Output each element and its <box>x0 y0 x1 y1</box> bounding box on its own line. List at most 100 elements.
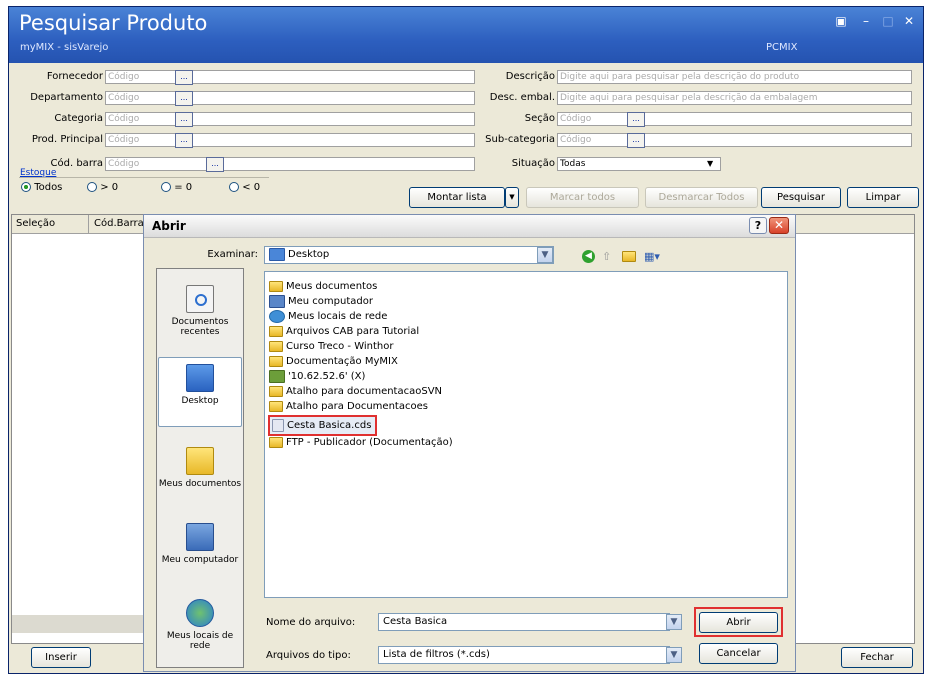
pesquisar-button[interactable]: Pesquisar <box>761 187 841 208</box>
descricao-field[interactable]: Digite aqui para pesquisar pela descriçã… <box>557 70 912 84</box>
descricao-label: Descrição <box>505 71 555 82</box>
sub-categoria-label: Sub-categoria <box>485 134 555 145</box>
fechar-button[interactable]: Fechar <box>841 647 913 668</box>
close-icon[interactable]: ✕ <box>769 217 789 234</box>
situacao-select[interactable]: Todas <box>557 157 721 171</box>
filename-input[interactable]: Cesta Basica <box>378 613 670 631</box>
estoque-option-todos[interactable]: Todos <box>21 182 62 193</box>
filetype-select[interactable]: Lista de filtros (*.cds) <box>378 646 670 664</box>
examinar-label: Examinar: <box>207 249 258 260</box>
desc-embal-field[interactable]: Digite aqui para pesquisar pela descriçã… <box>557 91 912 105</box>
views-menu-icon[interactable]: ▦▾ <box>644 250 664 263</box>
cancel-button[interactable]: Cancelar <box>699 643 778 664</box>
place-recent-documents[interactable]: Documentos recentes <box>158 285 242 337</box>
file-item-ftp-publicador[interactable]: FTP - Publicador (Documentação) <box>269 435 453 450</box>
network-drive-icon <box>269 369 285 383</box>
place-desktop[interactable]: Desktop <box>158 357 242 427</box>
chevron-down-icon[interactable]: ▼ <box>537 247 553 263</box>
fornecedor-field[interactable]: Código <box>105 70 475 84</box>
estoque-divider <box>19 177 269 178</box>
cds-file-icon <box>272 418 284 432</box>
estoque-option-maior[interactable]: > 0 <box>87 182 118 193</box>
restore-icon[interactable]: ▣ <box>832 13 850 29</box>
grid-col-cod-barra[interactable]: Cód.Barra <box>94 218 144 229</box>
prod-principal-lookup-button[interactable]: ... <box>175 133 193 148</box>
cod-barra-field[interactable]: Código <box>105 157 475 171</box>
dialog-title: Abrir <box>152 219 186 233</box>
places-bar: Documentos recentes Desktop Meus documen… <box>156 268 244 668</box>
departamento-label: Departamento <box>30 92 103 103</box>
place-my-documents[interactable]: Meus documentos <box>158 447 242 489</box>
prod-principal-field[interactable]: Código <box>105 133 475 147</box>
departamento-field[interactable]: Código <box>105 91 475 105</box>
open-file-dialog: Abrir ? ✕ Examinar: Desktop ▼ ◀ ⇧ ▦▾ Doc… <box>143 214 796 672</box>
filename-label: Nome do arquivo: <box>266 617 356 628</box>
montar-lista-dropdown[interactable]: ▼ <box>505 187 519 208</box>
help-button[interactable]: ? <box>749 217 767 234</box>
close-icon[interactable]: ✕ <box>900 13 918 29</box>
chevron-down-icon[interactable]: ▼ <box>666 647 682 663</box>
window-title: Pesquisar Produto <box>19 11 208 35</box>
montar-lista-button[interactable]: Montar lista <box>409 187 505 208</box>
window-subtitle: myMIX - sisVarejo <box>20 42 109 53</box>
prod-principal-label: Prod. Principal <box>31 134 103 145</box>
desc-embal-label: Desc. embal. <box>489 92 555 103</box>
filetype-label: Arquivos do tipo: <box>266 650 351 661</box>
secao-lookup-button[interactable]: ... <box>627 112 645 127</box>
file-item-documentacao-mymix[interactable]: Documentação MyMIX <box>269 354 398 369</box>
grid-col-divider <box>88 215 89 233</box>
folder-icon <box>269 355 283 367</box>
place-network-places[interactable]: Meus locais de rede <box>158 599 242 651</box>
file-item-meus-locais-de-rede[interactable]: Meus locais de rede <box>269 309 387 324</box>
secao-field[interactable]: Código <box>557 112 912 126</box>
examinar-combo[interactable]: Desktop <box>264 246 554 264</box>
sub-categoria-field[interactable]: Código <box>557 133 912 147</box>
file-item-meu-computador[interactable]: Meu computador <box>269 294 373 309</box>
desktop-icon <box>269 247 285 261</box>
chevron-down-icon: ▼ <box>707 159 714 168</box>
back-icon[interactable]: ◀ <box>582 250 595 263</box>
desmarcar-todos-button[interactable]: Desmarcar Todos <box>645 187 758 208</box>
categoria-field[interactable]: Código <box>105 112 475 126</box>
inserir-button[interactable]: Inserir <box>31 647 91 668</box>
open-button[interactable]: Abrir <box>699 612 778 633</box>
file-item-cesta-basica[interactable]: Cesta Basica.cds <box>268 415 378 436</box>
ftp-folder-icon <box>269 436 283 448</box>
marcar-todos-button[interactable]: Marcar todos <box>526 187 639 208</box>
my-computer-icon <box>269 294 285 308</box>
place-my-computer[interactable]: Meu computador <box>158 523 242 565</box>
file-list[interactable]: Meus documentos Meu computador Meus loca… <box>264 271 788 598</box>
up-folder-icon[interactable]: ⇧ <box>602 250 616 263</box>
chevron-down-icon[interactable]: ▼ <box>666 614 682 630</box>
title-bar: Pesquisar Produto myMIX - sisVarejo PCMI… <box>9 7 923 63</box>
file-item-curso-treco[interactable]: Curso Treco - Winthor <box>269 339 393 354</box>
folder-shortcut-icon <box>269 385 283 397</box>
sub-categoria-lookup-button[interactable]: ... <box>627 133 645 148</box>
network-places-icon <box>186 599 214 627</box>
file-item-arquivos-cab[interactable]: Arquivos CAB para Tutorial <box>269 324 419 339</box>
maximize-icon[interactable]: □ <box>879 13 897 29</box>
desktop-icon <box>186 364 214 392</box>
file-item-atalho-documentacoes[interactable]: Atalho para Documentacoes <box>269 399 428 414</box>
secao-label: Seção <box>524 113 555 124</box>
minimize-icon[interactable]: – <box>857 13 875 29</box>
my-documents-icon <box>269 280 283 292</box>
window-right-caption: PCMIX <box>766 42 798 53</box>
limpar-button[interactable]: Limpar <box>847 187 919 208</box>
file-item-meus-documentos[interactable]: Meus documentos <box>269 279 377 294</box>
file-item-atalho-documentacaosvn[interactable]: Atalho para documentacaoSVN <box>269 384 442 399</box>
estoque-option-igual[interactable]: = 0 <box>161 182 192 193</box>
categoria-lookup-button[interactable]: ... <box>175 112 193 127</box>
my-computer-icon <box>186 523 214 551</box>
recent-documents-icon <box>186 285 214 313</box>
departamento-lookup-button[interactable]: ... <box>175 91 193 106</box>
new-folder-icon[interactable] <box>622 251 636 262</box>
horizontal-scrollbar[interactable] <box>12 615 152 633</box>
file-item-network-drive[interactable]: '10.62.52.6' (X) <box>269 369 365 384</box>
grid-col-selecao[interactable]: Seleção <box>16 218 55 229</box>
fornecedor-lookup-button[interactable]: ... <box>175 70 193 85</box>
folder-icon <box>269 325 283 337</box>
dialog-title-bar: Abrir ? ✕ <box>144 215 795 238</box>
cod-barra-lookup-button[interactable]: ... <box>206 157 224 172</box>
estoque-option-menor[interactable]: < 0 <box>229 182 260 193</box>
